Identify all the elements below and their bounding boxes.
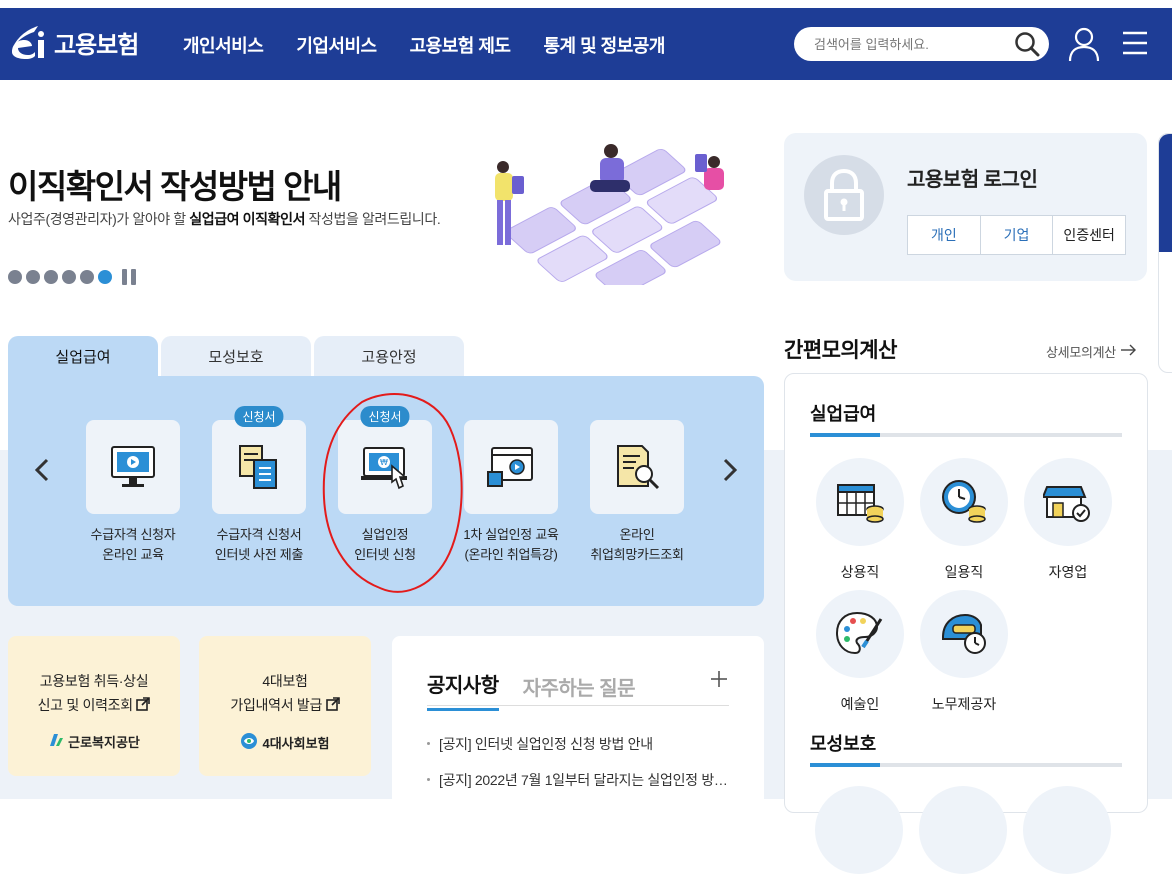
clock-coins-icon <box>920 458 1008 546</box>
site-header: 고용보험 개인서비스 기업서비스 고용보험 제도 통계 및 정보공개 <box>0 8 1172 80</box>
nav-statistics[interactable]: 통계 및 정보공개 <box>544 32 666 58</box>
tab-maternity-protection[interactable]: 모성보호 <box>161 336 311 376</box>
login-business-button[interactable]: 기업 <box>979 216 1053 254</box>
kcomwel-logo-icon <box>48 732 64 751</box>
site-logo[interactable]: 고용보험 <box>8 22 139 62</box>
nav-personal-service[interactable]: 개인서비스 <box>183 32 264 58</box>
calc-maternity-item[interactable] <box>1023 786 1111 874</box>
calc-daily-worker[interactable]: 일용직 <box>919 458 1009 582</box>
plus-icon[interactable] <box>710 670 728 688</box>
nav-insurance-system[interactable]: 고용보험 제도 <box>410 32 511 58</box>
service-tabs: 실업급여 모성보호 고용안정 <box>8 336 464 376</box>
calc-maternity-item[interactable] <box>919 786 1007 874</box>
login-personal-button[interactable]: 개인 <box>908 216 980 254</box>
card-insurance-report[interactable]: 고용보험 취득·상실 신고 및 이력조회 근로복지공단 <box>8 636 180 776</box>
logo-text: 고용보험 <box>54 31 139 59</box>
calendar-coins-icon <box>816 458 904 546</box>
calc-self-employed[interactable]: 자영업 <box>1023 458 1113 582</box>
detailed-calc-link[interactable]: 상세모의계산 <box>1046 342 1136 361</box>
tab-unemployment-benefit[interactable]: 실업급여 <box>8 336 158 376</box>
calc-box: 실업급여 상용직 일용직 자영업 예술인 노무제공자 모성보호 <box>784 373 1148 874</box>
documents-icon <box>234 442 284 492</box>
tab-employment-stability[interactable]: 고용안정 <box>314 336 464 376</box>
slide-dot[interactable] <box>26 270 40 284</box>
service-job-card-lookup[interactable]: 온라인 취업희망카드조회 <box>574 420 700 565</box>
login-box: 고용보험 로그인 개인 기업 인증센터 <box>784 133 1147 281</box>
slide-dot[interactable] <box>8 270 22 284</box>
slide-indicator <box>8 269 136 285</box>
annotation-circle <box>322 393 463 593</box>
card-4insurance-certificate[interactable]: 4대보험 가입내역서 발급 4대사회보험 <box>199 636 371 776</box>
slide-dot[interactable] <box>62 270 76 284</box>
calc-section-unemployment: 실업급여 <box>810 404 877 424</box>
user-icon[interactable] <box>1067 26 1101 62</box>
nav-business-service[interactable]: 기업서비스 <box>296 32 377 58</box>
shop-icon <box>1024 458 1112 546</box>
certificate-center-button[interactable]: 인증센터 <box>1052 216 1125 254</box>
notice-item[interactable]: [공지] 인터넷 실업인정 신청 방법 안내 <box>427 734 729 770</box>
login-title: 고용보험 로그인 <box>907 169 1038 191</box>
slide-dot[interactable] <box>44 270 58 284</box>
pause-icon[interactable] <box>122 269 136 285</box>
hero-subtitle: 사업주(경영관리자)가 알아야 할 실업급여 이직확인서 작성법을 알려드립니다… <box>8 211 441 227</box>
calc-labor-provider[interactable]: 노무제공자 <box>919 590 1009 714</box>
prev-arrow-icon[interactable] <box>30 456 54 484</box>
lock-icon <box>804 155 884 235</box>
calc-title: 간편모의계산 <box>784 339 897 362</box>
notice-item[interactable]: [공지] 2022년 7월 1일부터 달라지는 실업인정 방법 안내 <box>427 770 729 806</box>
hero-title[interactable]: 이직확인서 작성방법 안내 <box>8 160 342 208</box>
external-link-icon <box>136 694 151 718</box>
hero-illustration <box>490 140 740 297</box>
side-panel-peek[interactable] <box>1158 133 1172 373</box>
search-icon[interactable] <box>1013 31 1041 57</box>
calc-artist[interactable]: 예술인 <box>815 590 905 714</box>
search-box <box>794 27 1049 61</box>
external-link-icon <box>325 694 340 718</box>
helmet-clock-icon <box>920 590 1008 678</box>
next-arrow-icon[interactable] <box>718 456 742 484</box>
search-input[interactable] <box>814 34 1004 54</box>
calc-maternity-item[interactable] <box>815 786 903 874</box>
slide-dot[interactable] <box>80 270 94 284</box>
arrow-right-icon <box>1120 344 1136 359</box>
calc-regular-worker[interactable]: 상용직 <box>815 458 905 582</box>
slide-dot-active[interactable] <box>98 270 112 284</box>
monitor-play-icon <box>108 442 158 492</box>
service-online-education[interactable]: 수급자격 신청자 온라인 교육 <box>70 420 196 565</box>
browser-video-icon <box>486 442 536 492</box>
application-badge: 신청서 <box>234 406 284 427</box>
service-pre-submission[interactable]: 신청서 수급자격 신청서 인터넷 사전 제출 <box>196 406 322 565</box>
service-first-education[interactable]: 1차 실업인정 교육 (온라인 취업특강) <box>448 420 574 565</box>
notice-board: 공지사항 자주하는 질문 [공지] 인터넷 실업인정 신청 방법 안내 [공지]… <box>392 636 764 806</box>
4insurance-logo-icon <box>240 732 258 753</box>
menu-icon[interactable] <box>1121 30 1149 56</box>
logo-ei-icon <box>8 22 50 62</box>
document-search-icon <box>612 442 662 492</box>
main-nav: 개인서비스 기업서비스 고용보험 제도 통계 및 정보공개 <box>183 32 665 58</box>
calc-section-maternity: 모성보호 <box>810 734 877 754</box>
palette-icon <box>816 590 904 678</box>
login-button-group: 개인 기업 인증센터 <box>907 215 1126 255</box>
